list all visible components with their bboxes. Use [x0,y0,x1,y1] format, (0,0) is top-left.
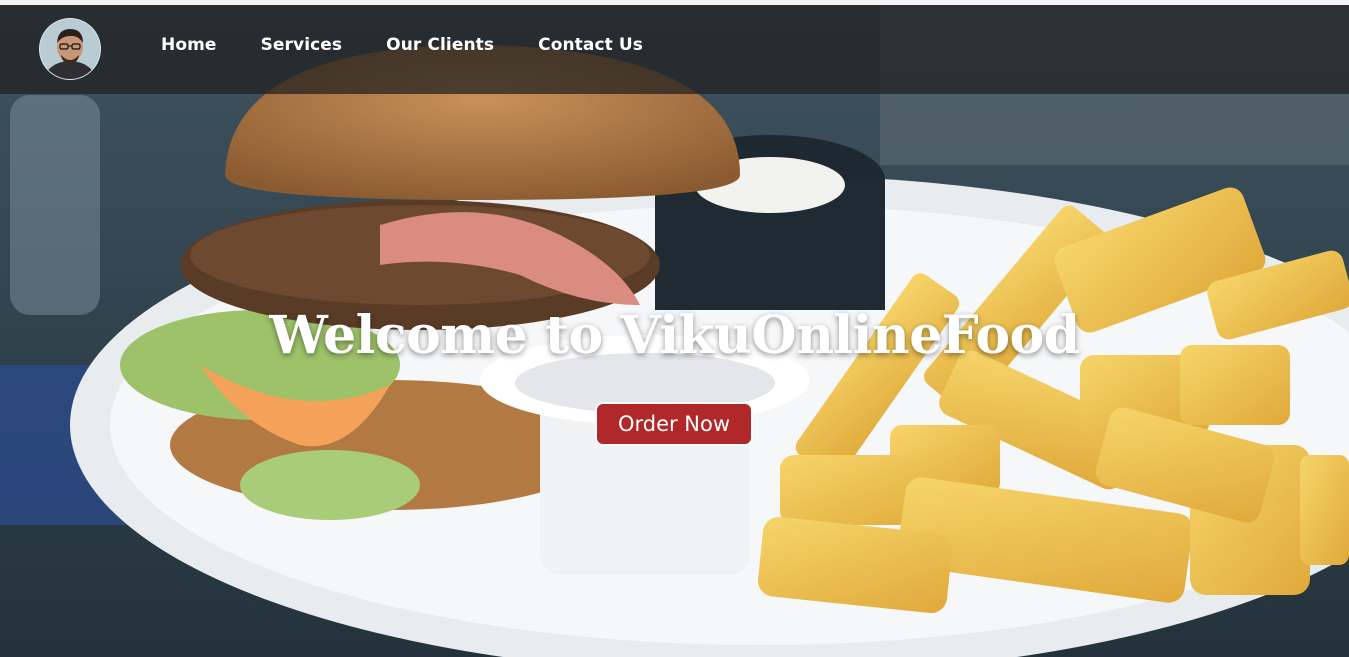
nav-item-home[interactable]: Home [161,35,217,55]
nav-links: Home Services Our Clients Contact Us [161,35,687,55]
hero-title: Welcome to VikuOnlineFood [269,305,1080,366]
avatar[interactable] [39,18,101,80]
page: Home Services Our Clients Contact Us Wel… [0,0,1349,657]
nav-item-services[interactable]: Services [261,35,343,55]
top-navbar: Home Services Our Clients Contact Us [0,5,1349,94]
nav-item-contact-us[interactable]: Contact Us [538,35,643,55]
order-now-button[interactable]: Order Now [595,402,753,446]
hero-section: Home Services Our Clients Contact Us Wel… [0,5,1349,657]
profile-photo-icon [40,19,100,79]
nav-item-our-clients[interactable]: Our Clients [386,35,494,55]
